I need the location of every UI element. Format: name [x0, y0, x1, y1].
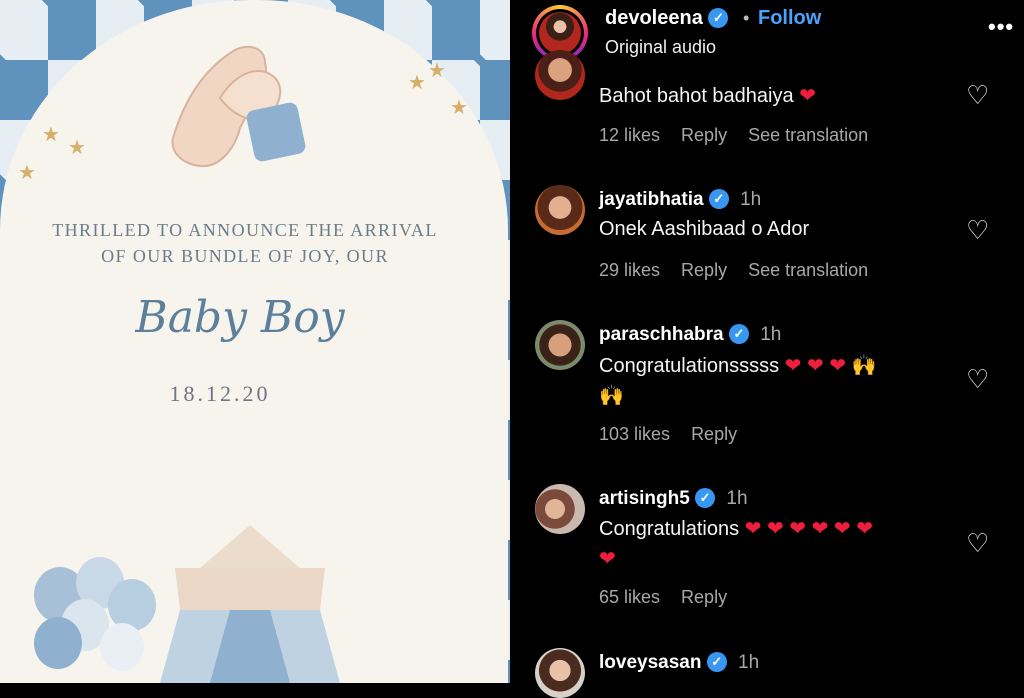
verified-badge-icon: ✓ [728, 324, 749, 344]
post-image[interactable]: THRILLED TO ANNOUNCE THE ARRIVAL OF OUR … [0, 0, 510, 683]
commenter-avatar[interactable] [535, 484, 585, 534]
reply-button[interactable]: Reply [681, 125, 727, 145]
reply-button[interactable]: Reply [681, 587, 727, 607]
reply-button[interactable]: Reply [681, 260, 727, 280]
reply-button[interactable]: Reply [691, 424, 737, 444]
verified-badge-icon: ✓ [695, 488, 716, 508]
commenter-avatar[interactable] [535, 648, 585, 698]
announcement-card: THRILLED TO ANNOUNCE THE ARRIVAL OF OUR … [0, 0, 508, 683]
see-translation-link[interactable]: See translation [748, 125, 868, 145]
comment-time: 1h [738, 652, 760, 673]
comment-time: 1h [726, 488, 748, 509]
heart-outline-icon[interactable]: ♡ [966, 364, 989, 395]
verified-badge-icon: ✓ [708, 189, 729, 209]
birth-date: 18.12.20 [169, 381, 271, 406]
holding-hands-illustration [171, 45, 306, 168]
star-icon: ★ [68, 137, 86, 159]
commenter-avatar[interactable] [535, 50, 585, 100]
comment-meta: 12 likes Reply See translation [599, 125, 884, 146]
commenter-username[interactable]: artisingh5 ✓ 1h [599, 488, 748, 510]
see-translation-link[interactable]: See translation [748, 260, 868, 280]
comment-text-line2: 🙌 [599, 385, 624, 407]
commenter-avatar[interactable] [535, 185, 585, 235]
comment-time: 1h [740, 189, 762, 210]
comment-text: Congratulations ❤ ❤ ❤ ❤ ❤ ❤ [599, 518, 873, 540]
comments-panel: devoleena ✓ • Follow Original audio ••• … [510, 0, 1024, 698]
more-icon[interactable]: ••• [988, 14, 1014, 40]
comment-meta: 65 likes Reply [599, 587, 743, 608]
star-icon: ★ [428, 60, 446, 82]
likes-count[interactable]: 103 likes [599, 424, 670, 444]
star-icon: ★ [450, 97, 468, 119]
separator-dot: • [743, 8, 750, 28]
heart-outline-icon[interactable]: ♡ [966, 528, 989, 559]
commenter-username[interactable]: paraschhabra ✓ 1h [599, 324, 781, 346]
commenter-avatar[interactable] [535, 320, 585, 370]
heart-outline-icon[interactable]: ♡ [966, 215, 989, 246]
likes-count[interactable]: 65 likes [599, 587, 660, 607]
comment-text: Congratulationsssss ❤ ❤ ❤ 🙌 [599, 355, 877, 377]
announcement-line-1: THRILLED TO ANNOUNCE THE ARRIVAL [52, 220, 438, 240]
comment-meta: 103 likes Reply [599, 424, 753, 445]
author-username[interactable]: devoleena ✓ [605, 7, 729, 30]
balloons-illustration [34, 557, 156, 671]
baby-boy-title: Baby Boy [135, 292, 345, 343]
announcement-line-2: OF OUR BUNDLE OF JOY, OUR [101, 246, 389, 266]
verified-badge-icon: ✓ [706, 652, 727, 672]
tent-illustration [160, 525, 340, 683]
comment-meta: 29 likes Reply See translation [599, 260, 884, 281]
commenter-username[interactable]: jayatibhatia ✓ 1h [599, 189, 761, 211]
star-icon: ★ [408, 72, 426, 94]
original-audio-link[interactable]: Original audio [605, 37, 716, 58]
post-header: devoleena ✓ • Follow Original audio ••• [510, 0, 1024, 80]
star-icon: ★ [42, 124, 60, 146]
comment-text: Onek Aashibaad o Ador [599, 218, 810, 240]
verified-badge-icon: ✓ [708, 8, 729, 28]
likes-count[interactable]: 12 likes [599, 125, 660, 145]
star-icon: ★ [18, 162, 36, 184]
heart-outline-icon[interactable]: ♡ [966, 80, 989, 111]
commenter-username[interactable]: loveysasan ✓ 1h [599, 652, 759, 674]
comment-text-line2: ❤ [599, 548, 616, 570]
comment-text: Bahot bahot badhaiya ❤ [599, 85, 816, 107]
likes-count[interactable]: 29 likes [599, 260, 660, 280]
follow-button[interactable]: Follow [758, 7, 821, 30]
comment-time: 1h [760, 324, 782, 345]
